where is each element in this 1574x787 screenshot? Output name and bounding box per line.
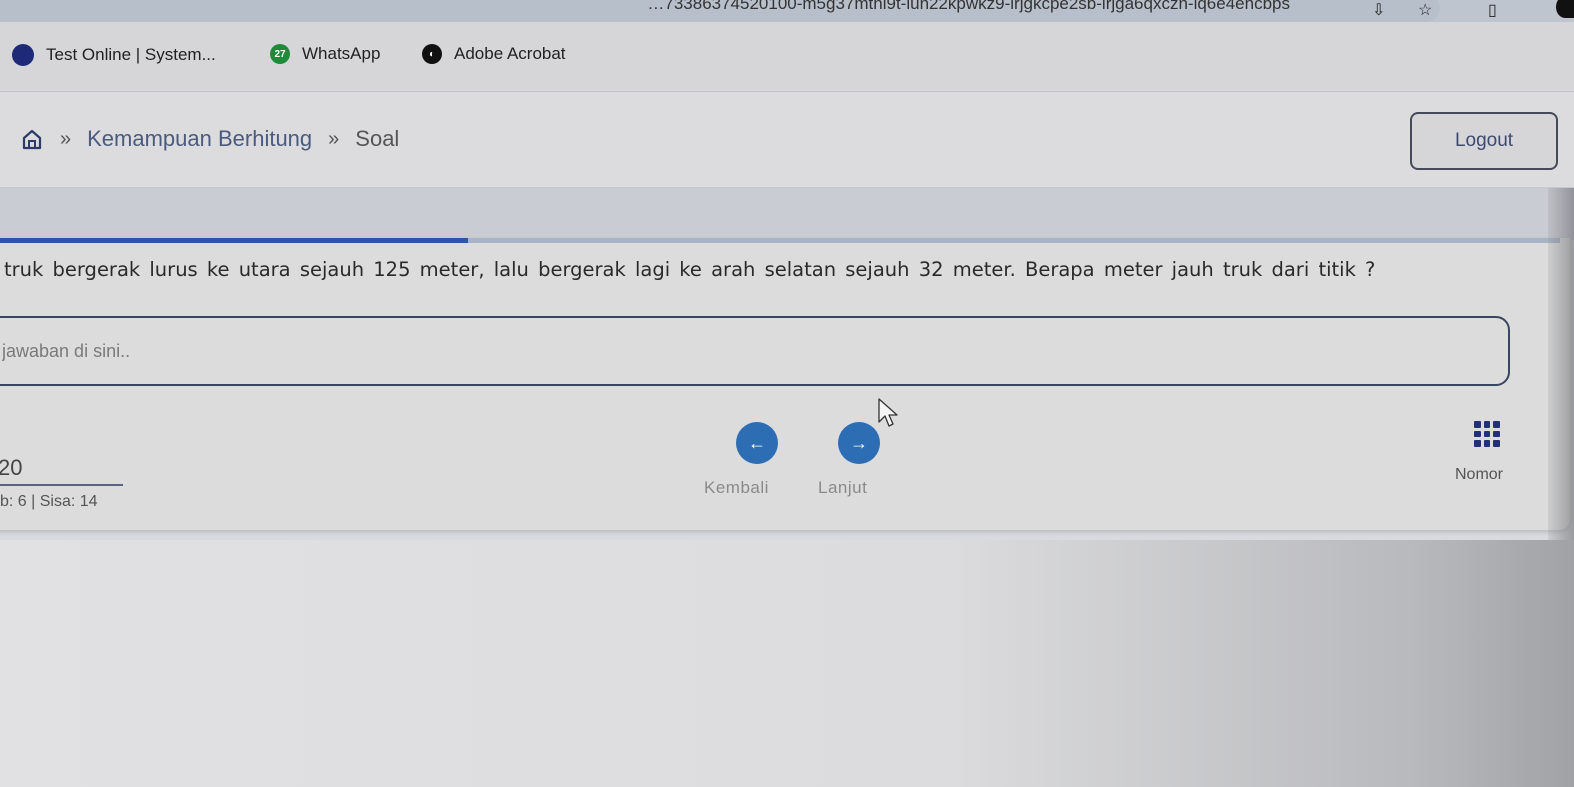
question-grid-icon[interactable] (1474, 421, 1500, 447)
progress-bar (0, 238, 1560, 243)
question-text: truk bergerak lurus ke utara sejauh 125 … (4, 258, 1376, 281)
arrow-right-icon: → (850, 432, 868, 453)
prev-label[interactable]: Kembali (704, 478, 769, 498)
screen-edge-shadow (1548, 188, 1574, 548)
bookmarks-bar: Test Online | System... 27 WhatsApp ◐ Ad… (0, 22, 1574, 92)
home-icon[interactable] (22, 128, 42, 150)
page-header: » Kemampuan Berhitung » Soal Logout (0, 92, 1574, 188)
browser-toolbar: …73386374520100-m5g37mthi9t-lun22kpwkz9-… (0, 0, 1574, 22)
breadcrumb-separator: » (60, 127, 72, 150)
nomor-label[interactable]: Nomor (1455, 466, 1503, 484)
question-card: truk bergerak lurus ke utara sejauh 125 … (0, 238, 1570, 530)
profile-icon[interactable] (1556, 0, 1574, 18)
bookmark-label: Adobe Acrobat (454, 44, 566, 63)
answer-input[interactable] (0, 316, 1510, 386)
bookmark-whatsapp[interactable]: 27 WhatsApp (270, 44, 380, 64)
next-label[interactable]: Lanjut (818, 478, 867, 498)
total-questions: 20 (0, 455, 23, 480)
next-button[interactable]: → (838, 422, 880, 464)
bookmark-label: Test Online | System... (46, 45, 216, 64)
breadcrumb-separator: » (328, 127, 340, 150)
prev-button[interactable]: ← (736, 422, 778, 464)
breadcrumb-soal: Soal (355, 126, 400, 151)
mouse-cursor-icon (878, 398, 898, 427)
bookmark-adobe-acrobat[interactable]: ◐ Adobe Acrobat (422, 44, 566, 64)
bookmark-test-online[interactable]: Test Online | System... (12, 44, 216, 66)
install-icon[interactable]: ⇩ (1372, 0, 1385, 20)
breadcrumb-kemampuan-berhitung[interactable]: Kemampuan Berhitung (87, 126, 312, 152)
star-icon[interactable]: ☆ (1418, 0, 1432, 20)
counter-divider (0, 484, 123, 486)
progress-fill (0, 238, 468, 243)
whatsapp-icon: 27 (270, 44, 290, 64)
logout-button[interactable]: Logout (1410, 112, 1558, 170)
header-band (0, 188, 1574, 240)
acrobat-icon: ◐ (422, 44, 442, 64)
url-text[interactable]: …73386374520100-m5g37mthi9t-lun22kpwkz9-… (20, 0, 1290, 14)
breadcrumb: » Kemampuan Berhitung » Soal (22, 126, 415, 152)
site-icon (12, 44, 34, 66)
page-background (0, 540, 1574, 787)
arrow-left-icon: ← (748, 432, 766, 453)
sidebar-icon[interactable]: ▯ (1488, 0, 1497, 20)
answered-remaining-status: b: 6 | Sisa: 14 (0, 493, 98, 510)
bookmark-label: WhatsApp (302, 44, 381, 63)
